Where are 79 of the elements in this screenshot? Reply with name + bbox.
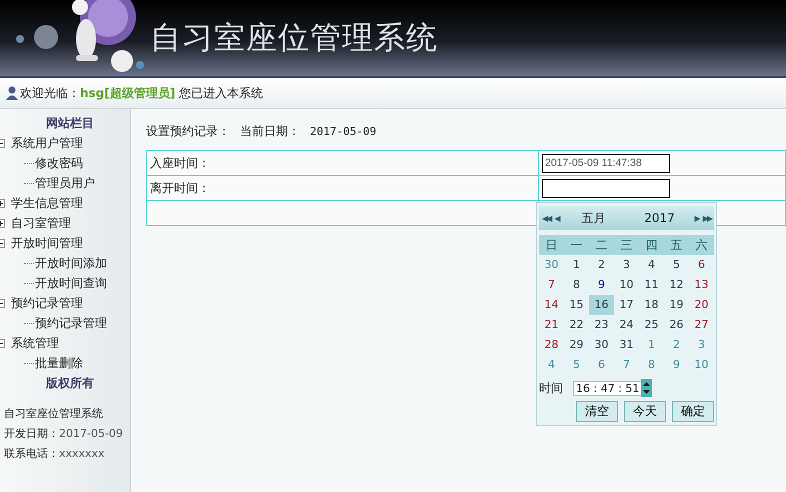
- info-label: 开发日期：: [4, 426, 59, 440]
- calendar-day[interactable]: 16: [589, 295, 614, 315]
- weekday-label: 二: [589, 235, 614, 255]
- weekday-label: 一: [564, 235, 589, 255]
- calendar-day[interactable]: 28: [539, 335, 564, 355]
- calendar-day[interactable]: 11: [639, 275, 664, 295]
- time-label: 时间: [539, 380, 563, 396]
- calendar-day[interactable]: 25: [639, 315, 664, 335]
- menu-item[interactable]: 预约记录管理: [11, 294, 83, 312]
- next-year-button[interactable]: ▶▶: [702, 214, 711, 222]
- calendar-day[interactable]: 23: [589, 315, 614, 335]
- calendar-day[interactable]: 9: [589, 275, 614, 295]
- page-heading: 设置预约记录：: [146, 122, 230, 140]
- calendar-day[interactable]: 8: [564, 275, 589, 295]
- menu-item[interactable]: 管理员用户: [35, 174, 95, 192]
- weekday-label: 五: [664, 235, 689, 255]
- calendar-day[interactable]: 15: [564, 295, 589, 315]
- weekday-label: 六: [689, 235, 714, 255]
- info-value: 2017-05-09: [59, 426, 123, 440]
- calendar-day[interactable]: 4: [639, 255, 664, 275]
- info-value: xxxxxxx: [59, 446, 105, 460]
- calendar-day[interactable]: 31: [614, 335, 639, 355]
- calendar-button[interactable]: 今天: [624, 401, 666, 422]
- info-label: 联系电话：: [4, 446, 59, 460]
- menu-item[interactable]: 开放时间查询: [35, 274, 107, 292]
- weekday-label: 日: [539, 235, 564, 255]
- menu-item[interactable]: 自习室管理: [11, 214, 71, 232]
- user-icon: [5, 86, 19, 100]
- calendar-day[interactable]: 18: [639, 295, 664, 315]
- month-label[interactable]: 五月: [562, 210, 624, 226]
- spinner-icon[interactable]: [641, 379, 652, 397]
- input-field[interactable]: 2017-05-09 11:47:38: [542, 154, 670, 172]
- field-label: 入座时间：: [150, 156, 210, 170]
- calendar-day[interactable]: 21: [539, 315, 564, 335]
- calendar-day[interactable]: 20: [689, 295, 714, 315]
- calendar-day[interactable]: 1: [564, 255, 589, 275]
- field-label: 离开时间：: [150, 180, 210, 194]
- calendar-button[interactable]: 清空: [576, 401, 618, 422]
- calendar-day[interactable]: 30: [589, 335, 614, 355]
- calendar-day[interactable]: 7: [539, 275, 564, 295]
- menu-item[interactable]: 开放时间管理: [11, 234, 83, 252]
- calendar-day[interactable]: 5: [664, 255, 689, 275]
- calendar-day[interactable]: 22: [564, 315, 589, 335]
- welcome-text: 欢迎光临：hsg[超级管理员] 您已进入本系统: [20, 84, 264, 102]
- menu-item[interactable]: 开放时间添加: [35, 254, 107, 272]
- menu-item[interactable]: 批量删除: [35, 354, 83, 372]
- menu-item[interactable]: 系统用户管理: [11, 134, 83, 152]
- calendar-day[interactable]: 3: [614, 255, 639, 275]
- weekday-label: 三: [614, 235, 639, 255]
- next-month-button[interactable]: ▶: [694, 214, 699, 222]
- menu-item[interactable]: 预约记录管理: [35, 314, 107, 332]
- site-title: 自习室座位管理系统: [150, 19, 438, 58]
- year-label[interactable]: 2017: [628, 211, 691, 225]
- sidebar-heading: 网站栏目: [45, 115, 95, 132]
- date-label: 当前日期：: [240, 122, 300, 140]
- calendar-day[interactable]: 6: [689, 255, 714, 275]
- previous-month-button[interactable]: ◀: [554, 214, 558, 222]
- calendar-day[interactable]: 19: [664, 295, 689, 315]
- calendar-day[interactable]: 29: [564, 335, 589, 355]
- copyright-heading: 版权所有: [44, 375, 95, 392]
- calendar-day[interactable]: 12: [664, 275, 689, 295]
- calendar-day[interactable]: 14: [539, 295, 564, 315]
- calendar-day[interactable]: 26: [664, 315, 689, 335]
- menu-item[interactable]: 修改密码: [35, 154, 83, 172]
- current-date: 2017-05-09: [310, 124, 376, 138]
- calendar-day[interactable]: 17: [614, 295, 639, 315]
- weekday-label: 四: [639, 235, 664, 255]
- calendar-day[interactable]: 13: [689, 275, 714, 295]
- calendar-day[interactable]: 10: [614, 275, 639, 295]
- previous-year-button[interactable]: ◀◀: [542, 214, 550, 222]
- time-field[interactable]: 16 : 47 : 51: [573, 380, 642, 396]
- info-label: 自习室座位管理系统: [4, 406, 103, 420]
- calendar-day[interactable]: 27: [689, 315, 714, 335]
- calendar-day[interactable]: 2: [589, 255, 614, 275]
- menu-item[interactable]: 学生信息管理: [11, 194, 83, 212]
- calendar-button[interactable]: 确定: [672, 401, 714, 422]
- input-field[interactable]: [542, 178, 670, 198]
- calendar-day[interactable]: 24: [614, 315, 639, 335]
- menu-item[interactable]: 系统管理: [11, 334, 59, 352]
